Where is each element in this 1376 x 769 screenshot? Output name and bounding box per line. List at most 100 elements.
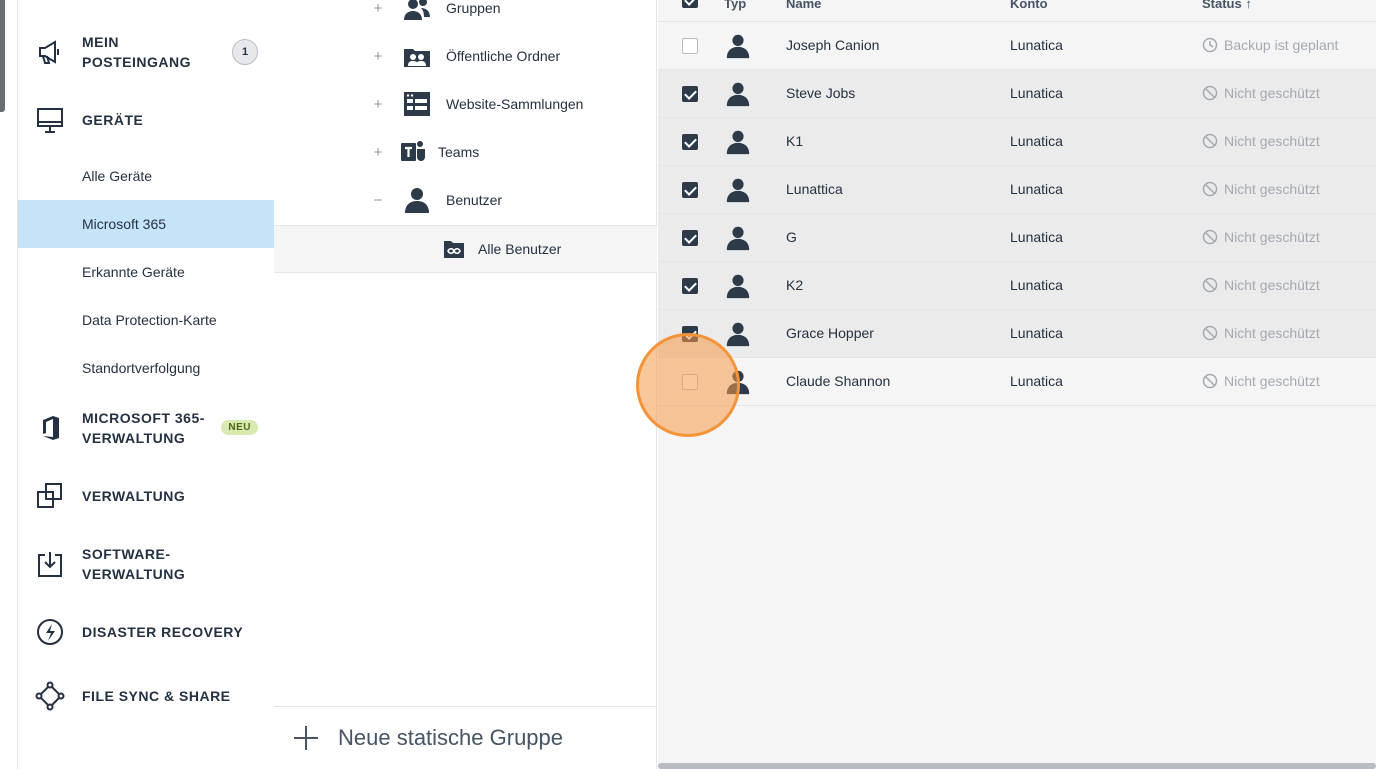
nav-devices-label: GERÄTE xyxy=(82,112,144,128)
blocked-icon xyxy=(1202,85,1224,101)
nav-file-sync-share[interactable]: FILE SYNC & SHARE xyxy=(18,672,274,720)
expand-toggle[interactable]: + xyxy=(372,144,384,161)
clock-icon xyxy=(1202,37,1224,53)
user-type-icon xyxy=(724,272,752,300)
table-row[interactable]: G Lunatica Nicht geschützt xyxy=(658,214,1376,262)
tree-item-public-folders[interactable]: + Öffentliche Ordner xyxy=(274,32,657,80)
management-icon xyxy=(34,480,66,512)
tree-item-label: Öffentliche Ordner xyxy=(446,48,561,64)
row-account: Lunatica xyxy=(1010,229,1063,245)
user-type-icon xyxy=(724,224,752,252)
table-row[interactable]: Joseph Canion Lunatica Backup ist geplant xyxy=(658,22,1376,70)
user-type-icon xyxy=(724,80,752,108)
tree-item-groups[interactable]: + Gruppen xyxy=(274,0,657,32)
table-row[interactable]: K2 Lunatica Nicht geschützt xyxy=(658,262,1376,310)
all-users-folder-icon xyxy=(439,234,469,264)
column-header-type[interactable]: Typ xyxy=(724,0,746,11)
blocked-icon xyxy=(1202,181,1224,197)
plus-icon xyxy=(294,726,318,750)
row-account: Lunatica xyxy=(1010,133,1063,149)
horizontal-scrollbar[interactable] xyxy=(658,763,1376,769)
row-checkbox[interactable] xyxy=(682,278,698,294)
new-static-group-label: Neue statische Gruppe xyxy=(338,725,564,750)
user-icon xyxy=(402,185,432,215)
row-checkbox[interactable] xyxy=(682,182,698,198)
row-checkbox[interactable] xyxy=(682,38,698,54)
nav-microsoft-365-management[interactable]: MICROSOFT 365- VERWALTUNG NEU xyxy=(18,406,274,450)
nav-location-tracking[interactable]: Standortverfolgung xyxy=(18,344,274,392)
public-folder-icon xyxy=(402,41,432,71)
expand-toggle[interactable]: + xyxy=(372,96,384,113)
nav-m365-management-label: MICROSOFT 365- VERWALTUNG xyxy=(82,410,205,446)
new-static-group-button[interactable]: Neue statische Gruppe xyxy=(274,706,657,769)
nav-software-management[interactable]: SOFTWARE- VERWALTUNG xyxy=(18,542,274,586)
nav-devices[interactable]: GERÄTE xyxy=(18,96,274,144)
user-type-icon xyxy=(724,320,752,348)
main-sidebar: MEIN POSTEINGANG 1 GERÄTE Alle Geräte Mic… xyxy=(18,0,274,769)
table-header: Typ Name Konto Status ↑ xyxy=(658,0,1376,22)
vertical-scrollbar[interactable] xyxy=(0,0,5,112)
tree-item-website-collections[interactable]: + Website-Sammlungen xyxy=(274,80,657,128)
row-status-text: Nicht geschützt xyxy=(1224,325,1320,341)
row-status: Nicht geschützt xyxy=(1202,133,1320,149)
nav-software-label: SOFTWARE- VERWALTUNG xyxy=(82,546,186,582)
expand-toggle[interactable]: + xyxy=(372,48,384,65)
table-row[interactable]: K1 Lunatica Nicht geschützt xyxy=(658,118,1376,166)
tree-item-label: Benutzer xyxy=(446,192,503,208)
group-icon xyxy=(402,0,432,23)
column-header-name[interactable]: Name xyxy=(786,0,821,11)
nav-microsoft-365[interactable]: Microsoft 365 xyxy=(18,200,274,248)
tree-item-users[interactable]: − Benutzer xyxy=(274,176,657,224)
tree-item-label: Alle Benutzer xyxy=(478,241,562,257)
table-row[interactable]: Grace Hopper Lunatica Nicht geschützt xyxy=(658,310,1376,358)
row-account: Lunatica xyxy=(1010,325,1063,341)
nav-all-devices[interactable]: Alle Geräte xyxy=(18,152,274,200)
monitor-icon xyxy=(34,104,66,136)
nav-inbox[interactable]: MEIN POSTEINGANG 1 xyxy=(18,30,274,74)
nav-management-label: VERWALTUNG xyxy=(82,488,186,504)
row-checkbox[interactable] xyxy=(682,86,698,102)
nav-inbox-label: MEIN POSTEINGANG xyxy=(82,34,191,70)
nav-data-protection-map[interactable]: Data Protection-Karte xyxy=(18,296,274,344)
row-status-text: Nicht geschützt xyxy=(1224,133,1320,149)
row-checkbox[interactable] xyxy=(682,374,698,390)
column-header-status[interactable]: Status ↑ xyxy=(1202,0,1252,11)
row-checkbox[interactable] xyxy=(682,134,698,150)
row-name: K2 xyxy=(786,277,804,293)
blocked-icon xyxy=(1202,229,1224,245)
lightning-icon xyxy=(34,616,66,648)
row-name: Joseph Canion xyxy=(786,37,880,53)
row-name: Steve Jobs xyxy=(786,85,856,101)
new-badge: NEU xyxy=(221,420,258,435)
office-icon xyxy=(34,412,66,444)
blocked-icon xyxy=(1202,373,1224,389)
row-account: Lunatica xyxy=(1010,373,1063,389)
row-status: Nicht geschützt xyxy=(1202,229,1320,245)
row-account: Lunatica xyxy=(1010,37,1063,53)
select-all-checkbox[interactable] xyxy=(682,0,698,8)
row-name: Claude Shannon xyxy=(786,373,891,389)
tree-item-all-users[interactable]: Alle Benutzer xyxy=(274,225,657,273)
row-status-text: Nicht geschützt xyxy=(1224,373,1320,389)
row-checkbox[interactable] xyxy=(682,230,698,246)
row-status-text: Nicht geschützt xyxy=(1224,85,1320,101)
row-status: Nicht geschützt xyxy=(1202,181,1320,197)
table-row[interactable]: Claude Shannon Lunatica Nicht geschützt xyxy=(658,358,1376,406)
expand-toggle[interactable]: + xyxy=(372,0,384,17)
table-row[interactable]: Lunattica Lunatica Nicht geschützt xyxy=(658,166,1376,214)
row-checkbox[interactable] xyxy=(682,326,698,342)
m365-tree-panel: + Gruppen + Öffentliche Ordner + Website… xyxy=(274,0,657,769)
nav-management[interactable]: VERWALTUNG xyxy=(18,472,274,520)
row-status-text: Nicht geschützt xyxy=(1224,277,1320,293)
user-type-icon xyxy=(724,368,752,396)
table-row[interactable]: Steve Jobs Lunatica Nicht geschützt xyxy=(658,70,1376,118)
collapse-toggle[interactable]: − xyxy=(372,192,384,209)
row-name: Lunattica xyxy=(786,181,843,197)
tree-item-teams[interactable]: + Teams xyxy=(274,128,657,176)
nav-disaster-recovery[interactable]: DISASTER RECOVERY xyxy=(18,608,274,656)
tree-item-label: Website-Sammlungen xyxy=(446,96,584,112)
column-header-account[interactable]: Konto xyxy=(1010,0,1048,11)
nav-detected-devices[interactable]: Erkannte Geräte xyxy=(18,248,274,296)
row-status: Nicht geschützt xyxy=(1202,373,1320,389)
blocked-icon xyxy=(1202,133,1224,149)
